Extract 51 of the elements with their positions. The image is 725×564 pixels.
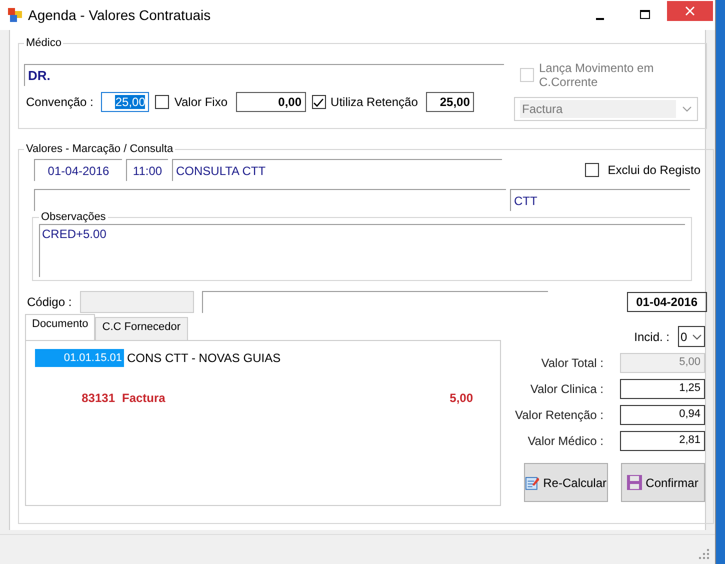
incid-dropdown[interactable]: 0 [678, 326, 704, 347]
checkbox[interactable] [155, 95, 170, 109]
date-field[interactable]: 01-04-2016 [34, 159, 122, 181]
group-title: Observações [40, 211, 107, 223]
maximize-icon[interactable] [640, 10, 650, 20]
incid-label: Incid. : [634, 330, 670, 344]
invoice-amount: 5,00 [450, 391, 473, 405]
value-label: Valor Retenção : [515, 408, 604, 422]
invoice-type: Factura [122, 391, 166, 405]
tab[interactable]: Documento [25, 314, 96, 340]
valor-fixo-field[interactable]: 0,00 [236, 92, 306, 112]
invoice-number: 83131 [80, 391, 115, 405]
edit-form-icon [524, 474, 540, 490]
value-field[interactable]: 1,25 [620, 379, 704, 399]
text-field[interactable] [34, 189, 506, 211]
observacoes-field[interactable]: CRED+5.00 [39, 224, 685, 277]
retencao-field[interactable]: 25,00 [426, 92, 474, 112]
resize-grip-icon[interactable] [699, 549, 709, 559]
recalculate-button[interactable]: Re-Calcular [524, 463, 608, 502]
window-title: Agenda - Valores Contratuais [28, 7, 211, 23]
time-field[interactable]: 11:00 [126, 159, 168, 181]
checkbox-label: Exclui do Registo [608, 163, 700, 177]
checkbox[interactable] [312, 95, 326, 109]
convencao-label: Convenção : [26, 95, 94, 109]
chevron-down-icon [692, 334, 702, 340]
value-field[interactable]: 2,81 [620, 431, 704, 451]
doctor-name-field[interactable]: DR. [24, 64, 504, 86]
text-field[interactable] [202, 291, 548, 313]
value-label: Valor Médico : [528, 434, 604, 448]
value-field[interactable]: 0,94 [620, 405, 704, 425]
close-icon [685, 6, 695, 16]
description-field[interactable]: CONSULTA CTT [172, 159, 502, 181]
tab[interactable]: C.C Fornecedor [95, 317, 188, 340]
codigo-label: Código : [27, 295, 72, 309]
codigo-field[interactable] [80, 291, 194, 313]
convencao-field[interactable]: 25,00 [101, 92, 150, 112]
value-label: Valor Total : [541, 356, 604, 370]
service-description: CONS CTT - NOVAS GUIAS [127, 351, 281, 365]
close-button[interactable] [667, 1, 713, 21]
entity-field[interactable]: CTT [510, 189, 690, 211]
checkbox-label: Valor Fixo [174, 95, 228, 109]
checkbox-label: Lança Movimento em C.Corrente [539, 61, 655, 89]
date-field[interactable]: 01-04-2016 [627, 292, 706, 312]
checkbox[interactable] [584, 163, 599, 177]
confirm-button[interactable]: Confirmar [620, 463, 704, 502]
chevron-down-icon [682, 106, 692, 112]
value-label: Valor Clinica : [530, 382, 604, 396]
group-title: Valores - Marcação / Consulta [25, 143, 174, 155]
group-title: Médico [25, 37, 62, 49]
app-icon [8, 8, 22, 22]
checkbox-label: Utiliza Retenção [330, 95, 418, 109]
